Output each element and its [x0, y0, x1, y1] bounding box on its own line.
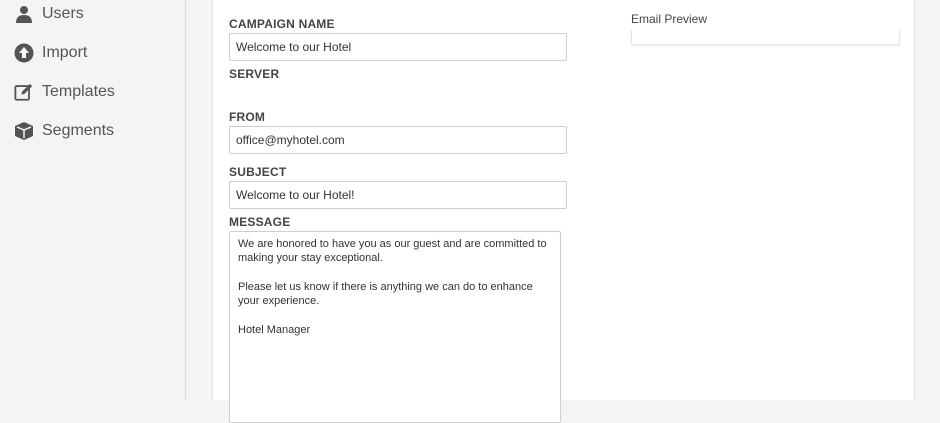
sidebar-item-label: Templates — [42, 83, 115, 100]
campaign-name-input[interactable] — [229, 33, 567, 61]
upload-circle-icon — [14, 43, 34, 63]
cube-icon — [14, 121, 34, 141]
sidebar-item-import[interactable]: Import — [14, 41, 87, 65]
from-input[interactable] — [229, 126, 567, 154]
message-textarea[interactable]: We are honored to have you as our guest … — [229, 231, 561, 423]
sidebar-item-templates[interactable]: Templates — [14, 80, 115, 104]
message-paragraph: Please let us know if there is anything … — [238, 281, 533, 307]
server-label: SERVER — [229, 67, 280, 81]
sidebar-item-label: Import — [42, 44, 88, 61]
subject-input[interactable] — [229, 181, 567, 209]
sidebar-item-users[interactable]: Users — [14, 2, 84, 26]
sidebar-item-segments[interactable]: Segments — [14, 119, 114, 143]
user-icon — [14, 4, 34, 24]
message-label: MESSAGE — [229, 215, 291, 229]
email-preview-box — [631, 30, 900, 45]
sidebar-item-label: Users — [42, 5, 84, 22]
sidebar: Users Import Templates Segments — [0, 0, 186, 400]
edit-icon — [14, 82, 34, 102]
message-signature: Hotel Manager — [238, 324, 311, 336]
message-paragraph: We are honored to have you as our guest … — [238, 238, 547, 264]
sidebar-item-label: Segments — [42, 122, 115, 139]
campaign-panel: CAMPAIGN NAME SERVER FROM SUBJECT MESSAG… — [212, 0, 915, 423]
subject-label: SUBJECT — [229, 165, 287, 179]
from-label: FROM — [229, 110, 266, 124]
email-preview-title: Email Preview — [631, 12, 708, 26]
campaign-name-label: CAMPAIGN NAME — [229, 17, 335, 31]
